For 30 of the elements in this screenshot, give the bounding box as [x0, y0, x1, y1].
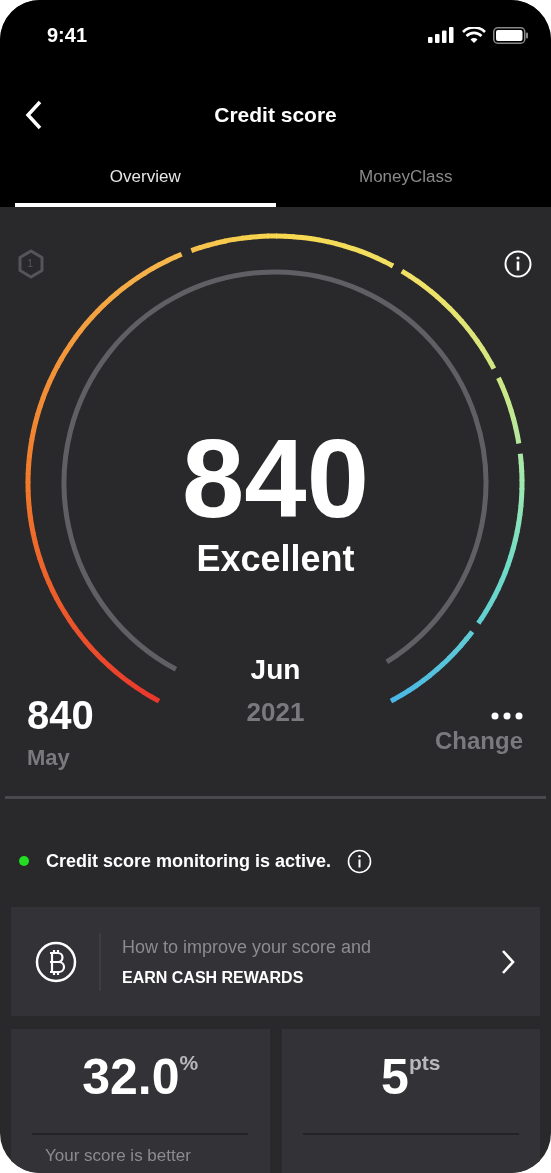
- chevron-right-icon: [500, 948, 516, 975]
- battery-icon: [493, 26, 529, 44]
- level-badge-icon: [17, 249, 45, 279]
- tab[interactable]: Overview: [15, 160, 276, 207]
- rewards-card[interactable]: How to improve your score and EARN CASH REWARDS: [11, 907, 540, 1016]
- more-icon: [491, 712, 523, 720]
- score-year: 2021: [246, 696, 305, 728]
- stat-unit: %: [179, 1051, 199, 1074]
- info-icon[interactable]: [504, 250, 532, 278]
- score-rating: Excellent: [196, 539, 355, 579]
- credit-score: 840: [182, 419, 369, 539]
- page-title: Credit score: [214, 102, 337, 129]
- signal-icon: [428, 27, 455, 43]
- status-time: 9:41: [47, 23, 88, 48]
- stat-caption: Your score is better: [45, 1145, 191, 1167]
- rewards-title: EARN CASH REWARDS: [122, 967, 305, 988]
- monitoring-status: Credit score monitoring is active.: [46, 849, 332, 873]
- stat-value: 5: [381, 1049, 409, 1105]
- stat-value: 32.0: [82, 1049, 180, 1105]
- tab[interactable]: MoneyClass: [275, 160, 536, 207]
- bitcoin-icon: [35, 940, 77, 983]
- rewards-subtitle: How to improve your score and: [122, 935, 373, 959]
- stat-unit: pts: [408, 1051, 441, 1075]
- score-month: Jun: [250, 653, 301, 687]
- info-icon[interactable]: [347, 848, 373, 874]
- score-arc-segment: [496, 376, 522, 444]
- previous-score: 840: [27, 693, 94, 737]
- previous-month: May: [27, 745, 71, 771]
- wifi-icon: [462, 26, 486, 44]
- back-icon: [25, 100, 43, 130]
